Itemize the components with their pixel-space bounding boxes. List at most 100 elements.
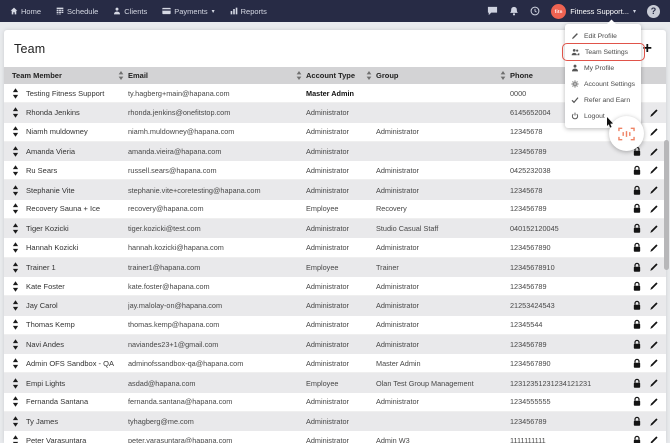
- table-row[interactable]: Thomas Kemp thomas.kemp@hapana.com Admin…: [4, 316, 666, 335]
- edit-pencil-icon[interactable]: [649, 301, 659, 311]
- table-row[interactable]: Recovery Sauna + Ice recovery@hapana.com…: [4, 200, 666, 219]
- edit-pencil-icon[interactable]: [649, 397, 659, 407]
- edit-pencil-icon[interactable]: [649, 435, 659, 443]
- member-name: Trainer 1: [26, 263, 56, 272]
- table-row[interactable]: Ty James tyhagberg@me.com Administrator …: [4, 412, 666, 431]
- edit-pencil-icon[interactable]: [649, 378, 659, 388]
- table-row[interactable]: Hannah Kozicki hannah.kozicki@hapana.com…: [4, 238, 666, 257]
- nav-item-home[interactable]: Home: [10, 7, 41, 16]
- sort-icon[interactable]: [366, 71, 372, 80]
- menu-item-refer-and-earn[interactable]: Refer and Earn: [565, 92, 641, 108]
- feedback-widget-button[interactable]: [609, 116, 644, 151]
- member-cell: Admin OFS Sandbox - QA: [4, 358, 128, 369]
- drag-handle-icon[interactable]: [12, 300, 19, 311]
- column-header-group[interactable]: Group: [376, 71, 510, 80]
- table-row[interactable]: Empi Lights asdad@hapana.com Employee Ol…: [4, 373, 666, 392]
- menu-item-team-settings[interactable]: Team Settings: [565, 44, 641, 60]
- drag-handle-icon[interactable]: [12, 319, 19, 330]
- drag-handle-icon[interactable]: [12, 146, 19, 157]
- bell-icon[interactable]: [509, 6, 519, 16]
- lock-icon[interactable]: [632, 339, 642, 350]
- edit-pencil-icon[interactable]: [649, 417, 659, 427]
- table-row[interactable]: Tiger Kozicki tiger.kozicki@test.com Adm…: [4, 219, 666, 238]
- drag-handle-icon[interactable]: [12, 165, 19, 176]
- lock-icon[interactable]: [632, 223, 642, 234]
- drag-handle-icon[interactable]: [12, 281, 19, 292]
- drag-handle-icon[interactable]: [12, 88, 19, 99]
- member-phone: 123456789: [510, 282, 626, 291]
- member-name: Peter Varasuntara: [26, 436, 86, 443]
- drag-handle-icon[interactable]: [12, 203, 19, 214]
- lock-icon[interactable]: [632, 165, 642, 176]
- drag-handle-icon[interactable]: [12, 242, 19, 253]
- reports-icon: [230, 7, 238, 15]
- sort-icon[interactable]: [296, 71, 302, 80]
- table-row[interactable]: Amanda Vieria amanda.vieira@hapana.com A…: [4, 142, 666, 161]
- table-row[interactable]: Trainer 1 trainer1@hapana.com Employee T…: [4, 258, 666, 277]
- edit-pencil-icon[interactable]: [649, 165, 659, 175]
- column-header-account-type[interactable]: Account Type: [306, 71, 376, 80]
- add-team-member-button[interactable]: +: [643, 41, 652, 57]
- clock-icon[interactable]: [530, 6, 540, 16]
- sort-icon[interactable]: [118, 71, 124, 80]
- lock-icon[interactable]: [632, 300, 642, 311]
- drag-handle-icon[interactable]: [12, 223, 19, 234]
- lock-icon[interactable]: [632, 242, 642, 253]
- scrollbar-thumb[interactable]: [664, 140, 669, 270]
- drag-handle-icon[interactable]: [12, 339, 19, 350]
- edit-pencil-icon[interactable]: [649, 340, 659, 350]
- lock-icon[interactable]: [632, 185, 642, 196]
- lock-icon[interactable]: [632, 416, 642, 427]
- table-row[interactable]: Fernanda Santana fernanda.santana@hapana…: [4, 393, 666, 412]
- column-header-team-member[interactable]: Team Member: [4, 71, 128, 80]
- user-menu-trigger[interactable]: fitn Fitness Support... ▾: [551, 4, 636, 19]
- drag-handle-icon[interactable]: [12, 396, 19, 407]
- menu-item-edit-profile[interactable]: Edit Profile: [565, 28, 641, 44]
- lock-icon[interactable]: [632, 358, 642, 369]
- sort-icon[interactable]: [500, 71, 506, 80]
- menu-item-my-profile[interactable]: My Profile: [565, 60, 641, 76]
- lock-icon[interactable]: [632, 396, 642, 407]
- table-row[interactable]: Navi Andes naviandes23+1@gmail.com Admin…: [4, 335, 666, 354]
- edit-pencil-icon[interactable]: [649, 127, 659, 137]
- table-row[interactable]: Ru Sears russell.sears@hapana.com Admini…: [4, 161, 666, 180]
- drag-handle-icon[interactable]: [12, 262, 19, 273]
- help-button[interactable]: ?: [647, 5, 660, 18]
- edit-pencil-icon[interactable]: [649, 224, 659, 234]
- edit-pencil-icon[interactable]: [649, 185, 659, 195]
- edit-pencil-icon[interactable]: [649, 358, 659, 368]
- table-row[interactable]: Stephanie Vite stephanie.vite+coretestin…: [4, 180, 666, 199]
- nav-item-reports[interactable]: Reports: [230, 7, 267, 16]
- drag-handle-icon[interactable]: [12, 416, 19, 427]
- table-row[interactable]: Kate Foster kate.foster@hapana.com Admin…: [4, 277, 666, 296]
- edit-pencil-icon[interactable]: [649, 281, 659, 291]
- lock-icon[interactable]: [632, 203, 642, 214]
- menu-item-account-settings[interactable]: Account Settings: [565, 76, 641, 92]
- member-account-type: Administrator: [306, 243, 376, 252]
- lock-icon[interactable]: [632, 435, 642, 443]
- drag-handle-icon[interactable]: [12, 358, 19, 369]
- edit-pencil-icon[interactable]: [649, 108, 659, 118]
- edit-pencil-icon[interactable]: [649, 204, 659, 214]
- lock-icon[interactable]: [632, 262, 642, 273]
- drag-handle-icon[interactable]: [12, 126, 19, 137]
- edit-pencil-icon[interactable]: [649, 262, 659, 272]
- lock-icon[interactable]: [632, 378, 642, 389]
- table-row[interactable]: Admin OFS Sandbox - QA adminofssandbox-q…: [4, 354, 666, 373]
- table-row[interactable]: Peter Varasuntara peter.varasuntara@hapa…: [4, 431, 666, 443]
- edit-pencil-icon[interactable]: [649, 243, 659, 253]
- edit-pencil-icon[interactable]: [649, 147, 659, 157]
- drag-handle-icon[interactable]: [12, 107, 19, 118]
- lock-icon[interactable]: [632, 281, 642, 292]
- nav-item-payments[interactable]: Payments ▾: [162, 7, 214, 16]
- column-header-email[interactable]: Email: [128, 71, 306, 80]
- nav-item-schedule[interactable]: Schedule: [56, 7, 98, 16]
- chat-icon[interactable]: [487, 6, 498, 16]
- drag-handle-icon[interactable]: [12, 378, 19, 389]
- drag-handle-icon[interactable]: [12, 185, 19, 196]
- edit-pencil-icon[interactable]: [649, 320, 659, 330]
- table-row[interactable]: Jay Carol jay.malolay-on@hapana.com Admi…: [4, 296, 666, 315]
- drag-handle-icon[interactable]: [12, 435, 19, 443]
- nav-item-clients[interactable]: Clients: [113, 7, 147, 16]
- lock-icon[interactable]: [632, 319, 642, 330]
